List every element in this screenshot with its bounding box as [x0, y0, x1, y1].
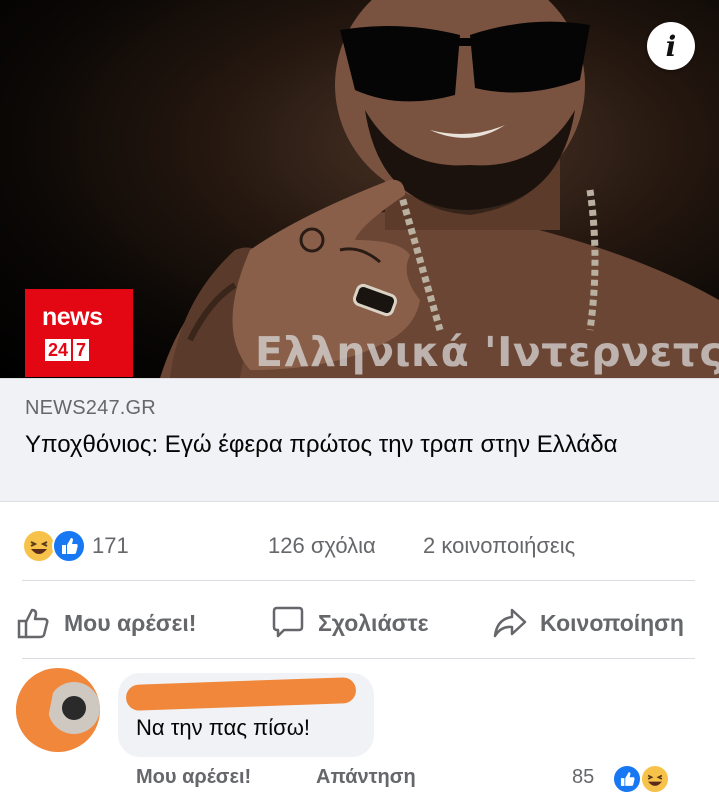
- link-headline: Υποχθόνιος: Εγώ έφερα πρώτος την τραπ στ…: [25, 431, 618, 458]
- haha-icon: [640, 764, 670, 794]
- haha-icon[interactable]: [22, 529, 56, 563]
- comment-button[interactable]: Σχολιάστε: [270, 598, 429, 648]
- redacted-commenter-name: [125, 676, 357, 712]
- comment-bubble[interactable]: Να την πας πίσω!: [118, 673, 374, 757]
- logo-text-news: news: [42, 303, 103, 331]
- share-icon: [493, 608, 527, 638]
- watermark-text: Ελληνικά 'Ιντερνετς: [255, 328, 719, 376]
- like-icon: [612, 764, 642, 794]
- comment-icon: [272, 606, 304, 638]
- divider-top: [22, 580, 695, 581]
- logo-7: 7: [73, 339, 90, 361]
- news247-logo: news 24 7: [25, 289, 133, 377]
- commenter-avatar[interactable]: [16, 668, 100, 752]
- link-domain: NEWS247.GR: [25, 397, 156, 419]
- thumbs-up-icon: [17, 608, 49, 639]
- logo-24: 24: [45, 339, 72, 361]
- logo-text-247: 24 7: [45, 339, 90, 361]
- engagement-summary: 171 126 σχόλια 2 κοινοποιήσεις: [0, 520, 719, 570]
- comment-text: Να την πας πίσω!: [136, 715, 310, 740]
- share-button-label: Κοινοποίηση: [540, 609, 684, 636]
- reaction-count[interactable]: 171: [92, 533, 129, 559]
- shares-count[interactable]: 2 κοινοποιήσεις: [423, 533, 575, 559]
- link-caption[interactable]: NEWS247.GR Υποχθόνιος: Εγώ έφερα πρώτος …: [0, 378, 719, 502]
- comment-reaction-count[interactable]: 85: [572, 766, 594, 789]
- share-button[interactable]: Κοινοποίηση: [492, 598, 684, 648]
- comment-button-label: Σχολιάστε: [318, 609, 429, 636]
- comment-like-button[interactable]: Μου αρέσει!: [136, 766, 251, 789]
- link-preview-image[interactable]: i news 24 7 Ελληνικά 'Ιντερνετς: [0, 0, 719, 378]
- comments-count[interactable]: 126 σχόλια: [268, 533, 376, 559]
- like-icon[interactable]: [52, 529, 86, 563]
- info-icon[interactable]: i: [647, 22, 695, 70]
- like-button[interactable]: Μου αρέσει!: [16, 598, 196, 648]
- divider-bottom: [22, 658, 695, 659]
- comment-reply-button[interactable]: Απάντηση: [316, 766, 416, 789]
- like-button-label: Μου αρέσει!: [64, 609, 197, 636]
